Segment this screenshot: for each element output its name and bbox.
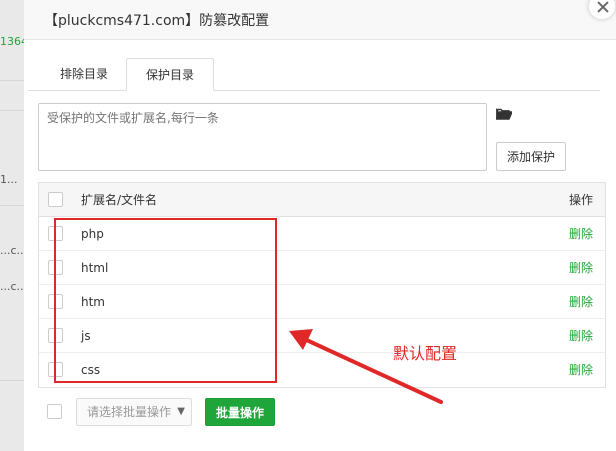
background-divider: [0, 380, 24, 381]
background-page: 1364 1... ...c... ...c...: [0, 0, 24, 451]
delete-link[interactable]: 删除: [569, 319, 593, 353]
background-divider: [0, 110, 24, 111]
delete-link[interactable]: 删除: [569, 285, 593, 319]
table-header: 扩展名/文件名 操作: [39, 183, 605, 217]
background-text: 1...: [0, 173, 18, 186]
batch-operation-select[interactable]: 请选择批量操作 ▼: [76, 398, 192, 426]
dialog-title: 【pluckcms471.com】防篡改配置: [44, 13, 270, 29]
batch-select-placeholder: 请选择批量操作: [87, 405, 172, 419]
tab-protect-dirs[interactable]: 保护目录: [126, 58, 214, 91]
column-header-name: 扩展名/文件名: [81, 193, 158, 207]
column-header-operation: 操作: [568, 193, 593, 207]
add-protection-button[interactable]: 添加保护: [496, 142, 566, 171]
tab-bar: 排除目录 保护目录: [28, 58, 600, 91]
dialog-header: 【pluckcms471.com】防篡改配置: [24, 0, 616, 40]
background-divider: [0, 205, 24, 206]
delete-link[interactable]: 删除: [569, 353, 593, 387]
footer-select-all-checkbox[interactable]: [47, 404, 62, 419]
batch-operation-button[interactable]: 批量操作: [205, 398, 275, 426]
delete-link[interactable]: 删除: [569, 251, 593, 285]
background-text: 1364: [0, 35, 24, 48]
background-divider: [0, 80, 24, 81]
background-text: ...c...: [0, 280, 24, 293]
annotation-highlight-box: [54, 218, 277, 383]
chevron-down-icon: ▼: [177, 406, 185, 417]
delete-link[interactable]: 删除: [569, 217, 593, 251]
annotation-label: 默认配置: [393, 344, 458, 363]
background-text: ...c...: [0, 244, 24, 257]
tab-exclude-dirs[interactable]: 排除目录: [40, 58, 128, 91]
protect-path-input[interactable]: [38, 103, 487, 171]
folder-open-icon[interactable]: [496, 107, 512, 120]
select-all-checkbox[interactable]: [48, 192, 63, 207]
